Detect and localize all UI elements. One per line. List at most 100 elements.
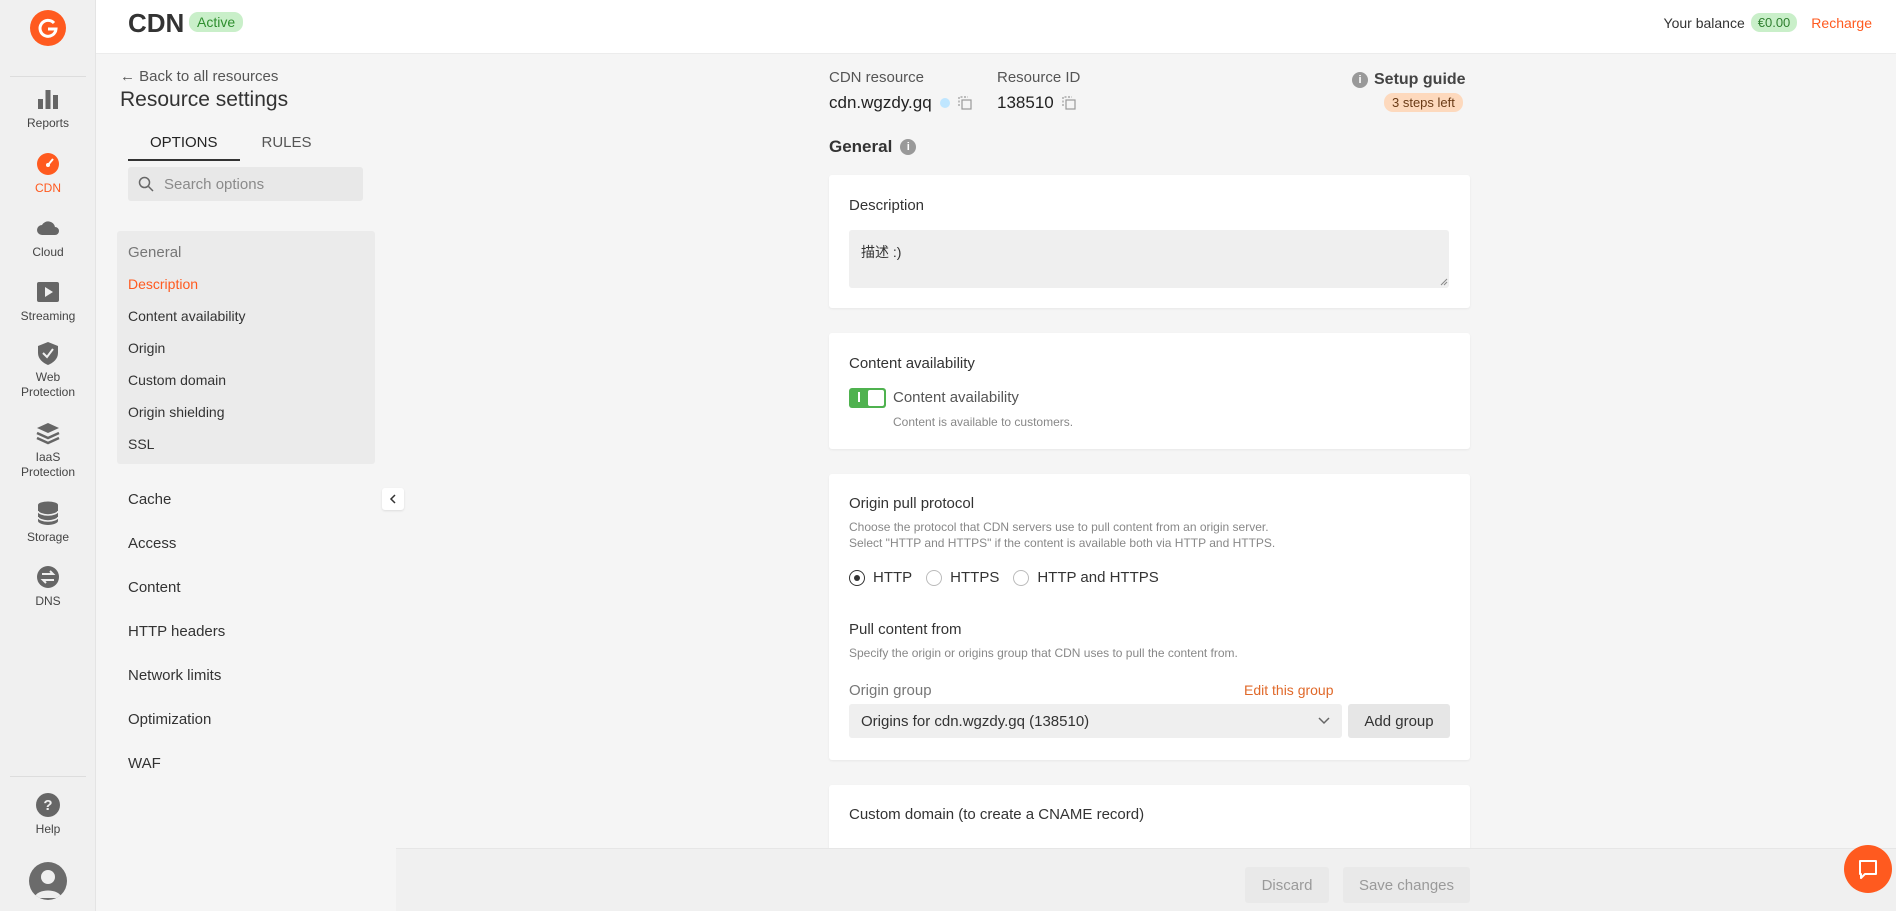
- description-card: Description 描述 :): [829, 175, 1470, 308]
- nav-iaas-protection[interactable]: IaaS Protection: [0, 420, 96, 480]
- database-icon: [37, 501, 59, 525]
- nav-label: Streaming: [20, 309, 76, 323]
- discard-button[interactable]: Discard: [1245, 867, 1329, 903]
- nav-ssl[interactable]: SSL: [128, 436, 154, 452]
- card-title: Description: [849, 197, 925, 214]
- tab-rules[interactable]: RULES: [240, 132, 334, 161]
- collapse-panel-button[interactable]: [382, 488, 404, 510]
- origin-group-label: Origin group: [849, 682, 932, 699]
- nav-custom-domain[interactable]: Custom domain: [128, 372, 226, 388]
- general-group: General Description Content availability…: [117, 231, 375, 464]
- info-icon: i: [1352, 72, 1368, 88]
- nav-label: Web Protection: [20, 370, 76, 399]
- nav-label: DNS: [35, 594, 61, 608]
- nav-waf[interactable]: WAF: [128, 755, 161, 772]
- search-input[interactable]: [164, 175, 344, 193]
- radio-label: HTTP and HTTPS: [1037, 569, 1159, 586]
- origin-group-select[interactable]: Origins for cdn.wgzdy.gq (138510): [849, 704, 1342, 738]
- tab-options[interactable]: OPTIONS: [128, 132, 240, 161]
- nav-optimization[interactable]: Optimization: [128, 711, 211, 728]
- radio-http-and-https[interactable]: HTTP and HTTPS: [1013, 569, 1159, 586]
- info-icon[interactable]: i: [900, 139, 917, 155]
- nav-label: Cloud: [32, 245, 64, 259]
- nav-content-availability[interactable]: Content availability: [128, 308, 246, 324]
- search-icon: [138, 176, 154, 192]
- chat-icon: [1859, 860, 1877, 879]
- nav-storage[interactable]: Storage: [0, 500, 96, 545]
- radio-label: HTTPS: [950, 569, 1000, 586]
- origin-hint-1: Choose the protocol that CDN servers use…: [849, 520, 1269, 534]
- nav-access[interactable]: Access: [128, 535, 176, 552]
- copy-icon[interactable]: [958, 96, 972, 110]
- setup-guide-button[interactable]: i Setup guide: [1352, 71, 1466, 89]
- resource-id-value: 138510: [997, 93, 1054, 112]
- toggle-label: Content availability: [893, 389, 1019, 406]
- cdn-resource-value-row: cdn.wgzdy.gq: [829, 93, 972, 113]
- radio-https[interactable]: HTTPS: [926, 569, 999, 586]
- radio-indicator: [926, 569, 943, 586]
- radio-indicator: [849, 569, 865, 586]
- back-link[interactable]: ← Back to all resources: [120, 68, 278, 85]
- group-title[interactable]: General: [128, 244, 181, 261]
- edit-group-link[interactable]: Edit this group: [1244, 682, 1334, 698]
- nav-label: CDN: [35, 181, 61, 195]
- nav-streaming[interactable]: Streaming: [0, 279, 96, 324]
- save-changes-button[interactable]: Save changes: [1343, 867, 1470, 903]
- radio-indicator: [1013, 569, 1030, 586]
- search-box: [128, 167, 363, 201]
- nav-label: IaaS Protection: [20, 450, 76, 479]
- nav-cache[interactable]: Cache: [128, 491, 171, 508]
- availability-toggle[interactable]: [849, 388, 886, 408]
- resource-id-label: Resource ID: [997, 69, 1081, 86]
- custom-domain-card: Custom domain (to create a CNAME record): [829, 785, 1470, 855]
- nav-origin[interactable]: Origin: [128, 340, 165, 356]
- nav-label: Help: [35, 822, 61, 836]
- resize-handle-icon[interactable]: [1440, 278, 1448, 286]
- nav-label: Reports: [26, 116, 70, 130]
- speedometer-icon: [37, 153, 59, 175]
- nav-network-limits[interactable]: Network limits: [128, 667, 221, 684]
- origin-hint-2: Select "HTTP and HTTPS" if the content i…: [849, 536, 1276, 550]
- settings-tabs: OPTIONS RULES: [128, 132, 334, 161]
- chevron-down-icon: [1318, 717, 1330, 725]
- nav-description[interactable]: Description: [128, 276, 198, 292]
- section-title: General: [829, 137, 893, 156]
- rail-divider: [10, 776, 86, 777]
- card-title: Custom domain (to create a CNAME record): [849, 806, 1145, 823]
- setup-guide-label: Setup guide: [1374, 71, 1466, 88]
- resource-id-value-row: 138510: [997, 93, 1076, 113]
- description-textarea[interactable]: 描述 :): [849, 230, 1449, 288]
- balance-label: Your balance: [1663, 14, 1745, 31]
- nav-dns[interactable]: DNS: [0, 564, 96, 609]
- toggle-on-mark: [858, 392, 860, 402]
- radio-http[interactable]: HTTP: [849, 569, 912, 586]
- recharge-link[interactable]: Recharge: [1811, 15, 1872, 31]
- status-badge: Active: [189, 12, 244, 32]
- cloud-icon: [37, 221, 59, 235]
- steps-left-badge: 3 steps left: [1384, 93, 1463, 112]
- cdn-resource-label: CDN resource: [829, 69, 925, 86]
- gcore-logo-icon[interactable]: [30, 10, 66, 46]
- balance-area: Your balance €0.00 Recharge: [1664, 13, 1872, 32]
- nav-cdn[interactable]: CDN: [0, 151, 96, 196]
- status-dot: [939, 98, 950, 108]
- chat-button[interactable]: [1844, 845, 1892, 893]
- content-availability-card: Content availability Content availabilit…: [829, 333, 1470, 449]
- origin-card: Origin pull protocol Choose the protocol…: [829, 474, 1470, 760]
- shield-icon: [38, 342, 58, 365]
- card-title: Content availability: [849, 355, 975, 372]
- add-group-button[interactable]: Add group: [1348, 704, 1450, 738]
- card-title: Origin pull protocol: [849, 495, 975, 512]
- help-icon: ?: [36, 793, 60, 817]
- nav-reports[interactable]: Reports: [0, 86, 96, 131]
- nav-help[interactable]: ? Help: [0, 792, 96, 837]
- top-bar: CDN Active Your balance €0.00 Recharge: [96, 0, 1896, 54]
- nav-origin-shielding[interactable]: Origin shielding: [128, 404, 225, 420]
- nav-content[interactable]: Content: [128, 579, 181, 596]
- copy-icon[interactable]: [1062, 96, 1076, 110]
- toggle-hint: Content is available to customers.: [893, 415, 1074, 429]
- user-avatar[interactable]: [29, 862, 67, 900]
- nav-web-protection[interactable]: Web Protection: [0, 340, 96, 400]
- nav-http-headers[interactable]: HTTP headers: [128, 623, 225, 640]
- nav-cloud[interactable]: Cloud: [0, 215, 96, 260]
